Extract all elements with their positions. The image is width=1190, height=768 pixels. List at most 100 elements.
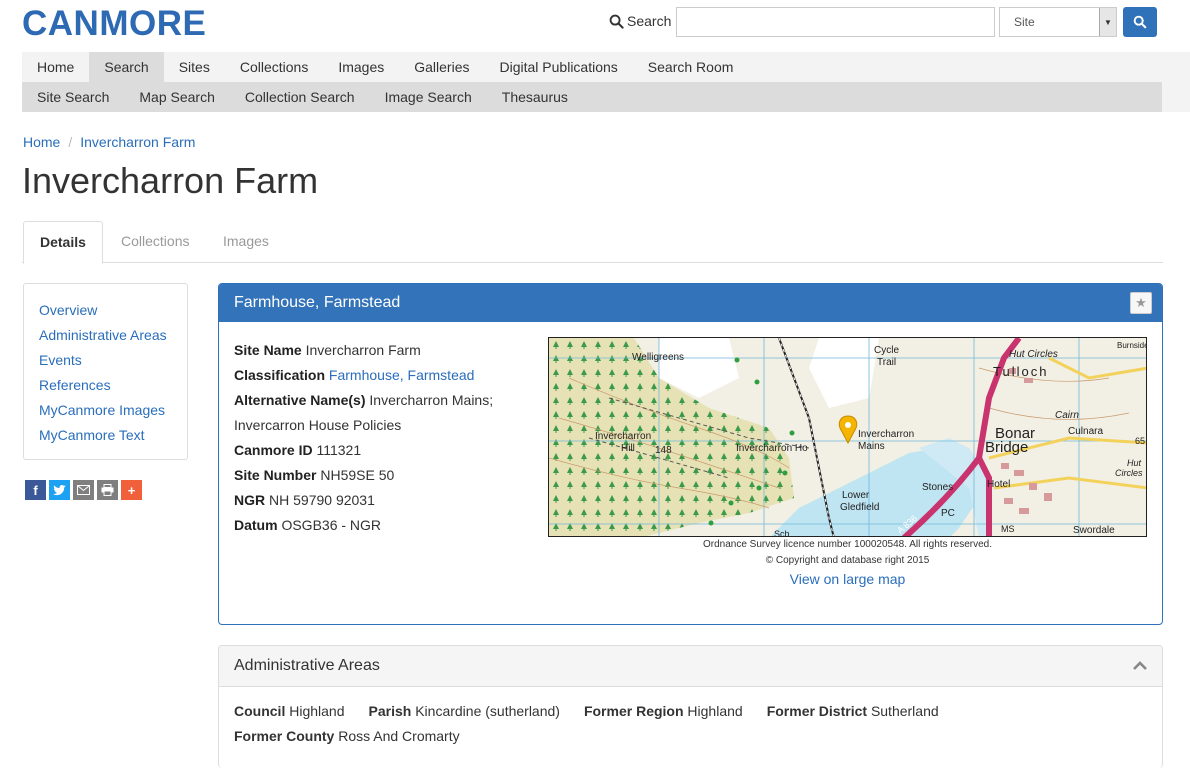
search-label: Search	[609, 13, 671, 29]
site-name-value: Invercharron Farm	[305, 342, 421, 358]
nav-background	[1162, 52, 1190, 112]
panel-header: Farmhouse, Farmstead ★	[219, 284, 1162, 322]
search-type-value: Site	[1014, 15, 1035, 29]
print-icon[interactable]	[97, 480, 118, 500]
classification-link-farmstead[interactable]: Farmstead	[408, 367, 475, 383]
council-value: Highland	[289, 703, 345, 719]
svg-text:Sch: Sch	[774, 529, 790, 537]
subnav-item-thesaurus[interactable]: Thesaurus	[487, 82, 583, 112]
site-number-label: Site Number	[234, 467, 317, 483]
site-details-panel: Farmhouse, Farmstead ★ Site Name Inverch…	[218, 283, 1163, 625]
svg-text:Hotel: Hotel	[987, 479, 1010, 490]
nav-item-digital-publications[interactable]: Digital Publications	[485, 52, 633, 82]
tab-images[interactable]: Images	[207, 221, 285, 263]
site-number-row: Site Number NH59SE 50	[234, 463, 524, 488]
search-icon	[609, 14, 624, 29]
breadcrumb-current[interactable]: Invercharron Farm	[80, 134, 195, 150]
nav-item-sites[interactable]: Sites	[164, 52, 225, 82]
site-name-row: Site Name Invercharron Farm	[234, 338, 524, 363]
council-field: Council Highland	[234, 703, 345, 719]
facebook-icon[interactable]: f	[25, 480, 46, 500]
svg-text:Trail: Trail	[877, 357, 896, 368]
map-copyright-caption: © Copyright and database right 2015	[765, 555, 930, 566]
chevron-down-icon[interactable]: ▼	[1099, 8, 1116, 36]
admin-panel-title: Administrative Areas	[234, 657, 380, 674]
tab-bar: Details Collections Images	[22, 221, 1163, 264]
map-licence-caption: Ordnance Survey licence number 100020548…	[702, 539, 993, 550]
main-nav: Home Search Sites Collections Images Gallerie…	[22, 52, 1162, 82]
search-button[interactable]	[1123, 7, 1157, 37]
twitter-icon[interactable]	[49, 480, 70, 500]
svg-text:PC: PC	[941, 508, 955, 519]
side-nav-overview[interactable]: Overview	[39, 298, 172, 323]
svg-text:Hut Circles: Hut Circles	[1009, 349, 1058, 360]
svg-text:Bridge: Bridge	[985, 439, 1028, 456]
parish-value: Kincardine (sutherland)	[415, 703, 560, 719]
subnav-item-collection-search[interactable]: Collection Search	[230, 82, 370, 112]
subnav-item-map-search[interactable]: Map Search	[124, 82, 229, 112]
svg-text:Stones: Stones	[922, 482, 953, 493]
nav-item-search-room[interactable]: Search Room	[633, 52, 749, 82]
classification-label: Classification	[234, 367, 326, 383]
tab-details[interactable]: Details	[23, 221, 103, 264]
site-details: Site Name Invercharron Farm Classificati…	[234, 338, 524, 538]
nav-item-search[interactable]: Search	[89, 52, 164, 82]
admin-panel-header[interactable]: Administrative Areas	[219, 646, 1162, 687]
canmore-id-value: 111321	[316, 442, 362, 458]
svg-text:Circles: Circles	[1115, 468, 1143, 478]
svg-text:Welligreens: Welligreens	[632, 352, 684, 363]
site-map[interactable]: Welligreens Cycle Trail Hut Circles Tull…	[548, 337, 1147, 537]
ngr-value: NH 59790 92031	[269, 492, 375, 508]
svg-text:65: 65	[1135, 436, 1145, 446]
chevron-up-icon[interactable]	[1132, 658, 1148, 674]
classification-link-farmhouse[interactable]: Farmhouse	[329, 367, 400, 383]
canmore-logo[interactable]: CANMORE	[22, 4, 206, 44]
svg-text:Tulloch: Tulloch	[993, 364, 1048, 379]
former-district-label: Former District	[766, 703, 868, 719]
svg-text:MS: MS	[1001, 524, 1015, 534]
parish-label: Parish	[368, 703, 412, 719]
subnav-item-site-search[interactable]: Site Search	[22, 82, 124, 112]
breadcrumb-home[interactable]: Home	[23, 134, 60, 150]
classification-separator: ,	[399, 367, 408, 383]
svg-text:Swordale: Swordale	[1073, 525, 1115, 536]
add-icon[interactable]: +	[121, 480, 142, 500]
tab-collections[interactable]: Collections	[105, 221, 205, 263]
alt-names-label: Alternative Name(s)	[234, 392, 366, 408]
search-type-select[interactable]: Site ▼	[999, 7, 1117, 37]
administrative-areas-panel: Administrative Areas Council Highland Pa…	[218, 645, 1163, 768]
svg-text:Invercharron: Invercharron	[858, 429, 914, 440]
favourite-star-button[interactable]: ★	[1130, 292, 1152, 314]
email-icon[interactable]	[73, 480, 94, 500]
view-large-map-link[interactable]: View on large map	[548, 571, 1147, 587]
side-nav-references[interactable]: References	[39, 373, 172, 398]
side-nav-events[interactable]: Events	[39, 348, 172, 373]
former-county-value: Ross And Cromarty	[338, 728, 460, 744]
svg-text:Cairn: Cairn	[1055, 410, 1079, 421]
side-nav: Overview Administrative Areas Events Refere…	[23, 283, 188, 460]
nav-item-collections[interactable]: Collections	[225, 52, 323, 82]
ngr-label: NGR	[234, 492, 266, 508]
side-nav-mycanmore-text[interactable]: MyCanmore Text	[39, 423, 172, 448]
nav-item-home[interactable]: Home	[22, 52, 89, 82]
former-county-label: Former County	[234, 728, 335, 744]
search-input[interactable]	[676, 7, 995, 37]
nav-item-images[interactable]: Images	[323, 52, 399, 82]
classification-row: Classification Farmhouse, Farmstead	[234, 363, 524, 388]
sub-nav: Site Search Map Search Collection Search Im…	[22, 82, 1162, 112]
svg-text:Culnara: Culnara	[1068, 426, 1103, 437]
breadcrumb-separator: /	[68, 134, 73, 150]
svg-text:Invercharron: Invercharron	[595, 431, 651, 442]
nav-item-galleries[interactable]: Galleries	[399, 52, 484, 82]
site-name-label: Site Name	[234, 342, 302, 358]
council-label: Council	[234, 703, 286, 719]
parish-field: Parish Kincardine (sutherland)	[369, 703, 560, 719]
former-region-field: Former Region Highland	[584, 703, 743, 719]
side-nav-administrative-areas[interactable]: Administrative Areas	[39, 323, 172, 348]
side-nav-mycanmore-images[interactable]: MyCanmore Images	[39, 398, 172, 423]
alt-names-row: Alternative Name(s) Invercharron Mains; …	[234, 388, 524, 438]
subnav-item-image-search[interactable]: Image Search	[370, 82, 487, 112]
admin-row: Former County Ross And Cromarty	[234, 728, 460, 744]
datum-value: OSGB36 - NGR	[281, 517, 382, 533]
former-district-field: Former District Sutherland	[767, 703, 939, 719]
